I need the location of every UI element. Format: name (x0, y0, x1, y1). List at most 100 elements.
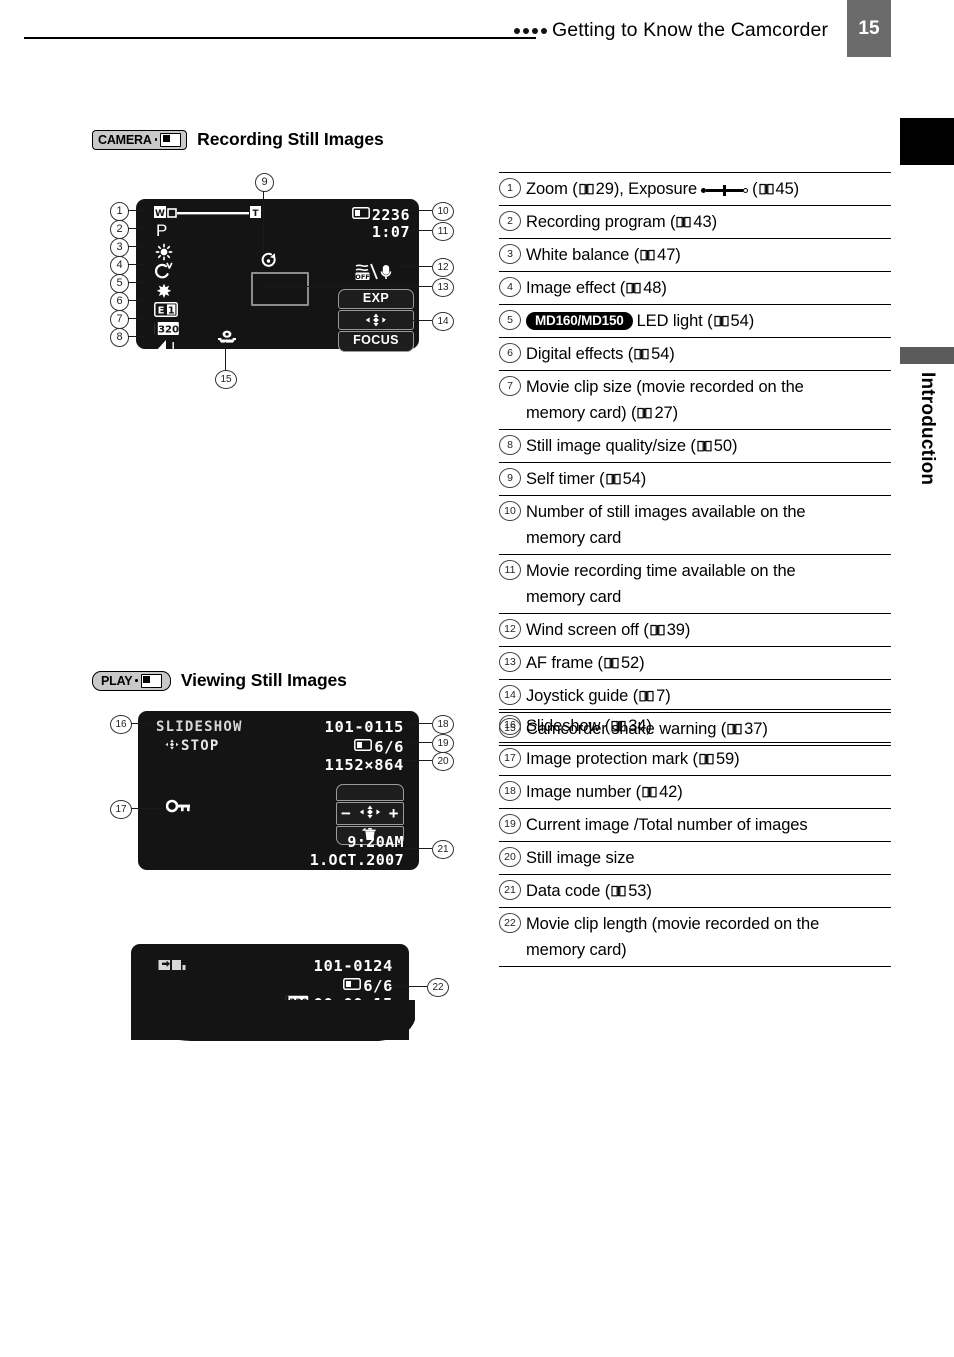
af-frame-icon (251, 272, 309, 306)
legend-row: 17 Image protection mark (59) (499, 742, 891, 775)
section-title: Recording Still Images (197, 129, 384, 149)
legend-text: Movie clip size (movie recorded on the me… (526, 378, 804, 422)
legend-row: 1 Zoom (29), Exposure(45) (499, 172, 891, 205)
key-protection-icon (165, 799, 191, 818)
legend-text: Movie recording time available on the mem… (526, 562, 796, 606)
legend-text: Number of still images available on the m… (526, 503, 806, 547)
callout-11: 11 (432, 222, 454, 241)
callout-9: 9 (255, 173, 274, 192)
callout-19: 19 (432, 734, 454, 753)
callout-leader (225, 342, 227, 370)
callout-4: 4 (110, 256, 129, 275)
page-number: 15 (858, 17, 880, 39)
legend-row: 11 Movie recording time available on the… (499, 554, 891, 613)
legend-text: Digital effects (54) (526, 345, 675, 363)
separator-dot-icon (135, 679, 138, 682)
legend-num: 22 (499, 913, 521, 933)
chapter-tab-black (900, 118, 954, 165)
legend-num: 19 (499, 814, 521, 834)
image-index: 6/6 (258, 737, 404, 756)
callout-leader (128, 264, 148, 266)
legend-num: 12 (499, 619, 521, 639)
legend-text: Current image /Total number of images (526, 816, 808, 834)
legend-row: 19 Current image /Total number of images (499, 808, 891, 841)
legend-row: 16 Slideshow (34) (499, 709, 891, 742)
legend-num: 16 (499, 715, 521, 735)
legend-text: MD160/MD150 LED light (54) (526, 308, 754, 334)
legend-text: Self timer (54) (526, 470, 647, 488)
page-number-box: 15 (847, 0, 891, 57)
callout-leader (405, 742, 432, 744)
callout-14: 14 (432, 312, 454, 331)
callout-10: 10 (432, 202, 454, 221)
joystick-4way-icon (165, 737, 179, 755)
image-effect-icon (154, 262, 174, 285)
callout-leader (128, 246, 148, 248)
data-code-time: 9:20AM (347, 833, 404, 851)
book-ref-icon (579, 183, 594, 195)
joystick-4way-icon (359, 805, 381, 822)
image-number: 101-0115 (324, 718, 404, 736)
slideshow-label: SLIDESHOW (156, 719, 243, 735)
section-title: Viewing Still Images (180, 670, 347, 690)
camera-mode-badge: CAMERA (92, 129, 188, 150)
image-number: 101-0124 (313, 957, 393, 975)
legend-text: Data code (53) (526, 882, 652, 900)
slideshow-stop-row: STOP (165, 737, 220, 755)
book-ref-icon (611, 720, 626, 732)
callout-leader (131, 723, 153, 725)
callout-leader (128, 300, 148, 302)
still-images-remaining: 2236 (297, 205, 410, 224)
image-index-value: 6/6 (374, 738, 404, 756)
book-ref-icon (637, 407, 653, 419)
joystick-minus-label: − (341, 804, 352, 823)
callout-leader (128, 210, 148, 212)
book-ref-icon (639, 690, 654, 702)
memory-card-icon (351, 205, 370, 223)
callout-1: 1 (110, 202, 129, 221)
legend-row: 20 Still image size (499, 841, 891, 874)
callout-20: 20 (432, 752, 454, 771)
legend-recording: 1 Zoom (29), Exposure(45) 2 Recording pr… (499, 172, 891, 746)
legend-text: Slideshow (34) (526, 717, 652, 735)
callout-leader (408, 230, 432, 232)
exposure-indicator-icon (701, 185, 749, 196)
callout-13: 13 (432, 278, 454, 297)
book-ref-icon (626, 282, 641, 294)
lcd-viewing-screen: SLIDESHOW STOP 101-0115 6/6 1152×864 − +… (138, 711, 419, 870)
callout-leader (128, 228, 148, 230)
svg-text:L: L (171, 341, 179, 356)
legend-num: 9 (499, 468, 521, 488)
callout-6: 6 (110, 292, 129, 311)
callout-leader (398, 266, 432, 268)
chapter-tab-gray (900, 347, 954, 364)
legend-text: Recording program (43) (526, 213, 717, 231)
lcd-recording-screen: W T P E 1 320 L 2236 1:07 OFF EXP FOCUS (136, 199, 419, 357)
book-ref-icon (676, 216, 692, 228)
legend-num: 8 (499, 435, 521, 455)
callout-leader (131, 808, 163, 810)
memory-card-icon (343, 976, 362, 994)
legend-num: 18 (499, 781, 521, 801)
legend-row: 7 Movie clip size (movie recorded on the… (499, 370, 891, 429)
play-mode-badge: PLAY (92, 670, 171, 691)
camera-mode-badge-text: CAMERA (98, 132, 152, 147)
legend-text: Movie clip length (movie recorded on the… (526, 915, 820, 959)
legend-num: 13 (499, 652, 521, 672)
still-images-remaining-value: 2236 (371, 206, 410, 224)
legend-num: 3 (499, 244, 521, 264)
callout-leader (128, 318, 148, 320)
legend-text: Image effect (48) (526, 279, 667, 297)
legend-row: 2 Recording program (43) (499, 205, 891, 238)
movie-time-remaining: 1:07 (371, 223, 410, 241)
book-ref-icon (713, 315, 729, 327)
callout-leader (385, 320, 432, 322)
callout-18: 18 (432, 715, 454, 734)
book-ref-icon (611, 885, 626, 897)
chapter-side-label: Introduction (899, 372, 954, 632)
book-ref-icon (697, 440, 712, 452)
callout-12: 12 (432, 258, 454, 277)
callout-leader (405, 760, 432, 762)
book-ref-icon (640, 249, 655, 261)
memory-card-icon (354, 737, 373, 755)
